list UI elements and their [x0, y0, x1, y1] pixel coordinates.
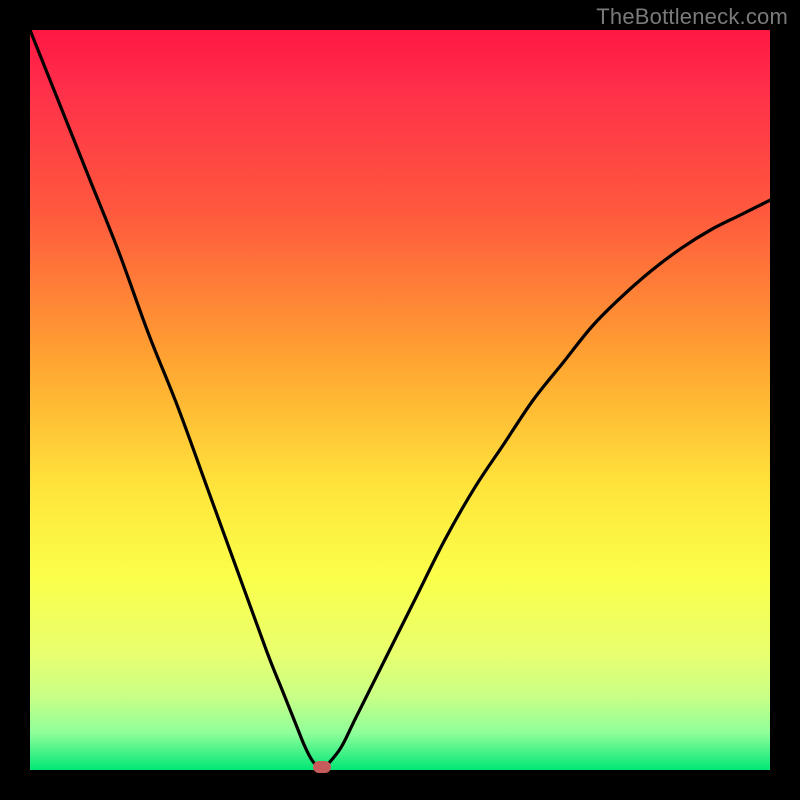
chart-frame: TheBottleneck.com [0, 0, 800, 800]
curve-layer [30, 30, 770, 770]
left-branch-curve [30, 30, 317, 766]
plot-area [30, 30, 770, 770]
bottleneck-marker [313, 761, 331, 773]
watermark-text: TheBottleneck.com [596, 4, 788, 30]
right-branch-curve [326, 200, 770, 766]
